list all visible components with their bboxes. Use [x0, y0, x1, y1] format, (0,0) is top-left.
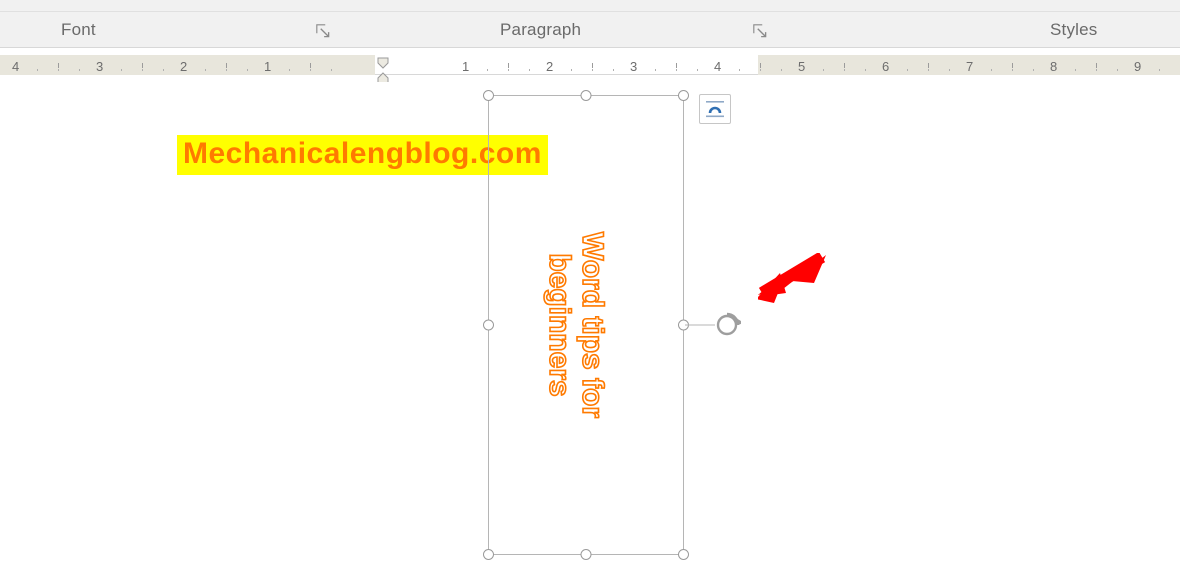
ruler-minor-tick — [928, 63, 929, 68]
indent-markers[interactable] — [372, 52, 394, 82]
ruler-tick: 4 — [714, 59, 721, 71]
ruler-micro-tick — [79, 69, 80, 71]
ruler-minor-tick — [142, 63, 143, 68]
document-page[interactable]: Mechanicalengblog.com Word tips for — [0, 75, 1180, 565]
ruler-minor-tick — [508, 63, 509, 68]
ruler-tick: 3 — [96, 59, 103, 71]
resize-handle-bottom-left[interactable] — [483, 549, 494, 560]
ruler-micro-tick — [823, 69, 824, 71]
ruler-minor-tick — [844, 63, 845, 68]
ruler-micro-tick — [1012, 69, 1013, 71]
ruler-micro-tick — [1117, 69, 1118, 71]
ruler-micro-tick — [844, 69, 845, 71]
resize-handle-top-right[interactable] — [678, 90, 689, 101]
ruler-micro-tick — [949, 69, 950, 71]
text-box-line2: beginners — [543, 232, 576, 418]
ruler-micro-tick — [571, 69, 572, 71]
ruler-micro-tick — [760, 69, 761, 71]
ribbon-group-paragraph-label: Paragraph — [500, 20, 581, 40]
ruler-micro-tick — [991, 69, 992, 71]
ruler-micro-tick — [739, 69, 740, 71]
ruler-tick: 6 — [882, 59, 889, 71]
ruler-tick: 5 — [798, 59, 805, 71]
ruler-tick: 3 — [630, 59, 637, 71]
ruler-minor-tick — [676, 63, 677, 68]
rotate-handle-icon[interactable] — [713, 311, 741, 339]
ribbon-group-styles-label: Styles — [1050, 20, 1098, 40]
resize-handle-bottom-right[interactable] — [678, 549, 689, 560]
layout-options-icon — [704, 99, 726, 119]
ruler-micro-tick — [1096, 69, 1097, 71]
ruler-minor-tick — [1012, 63, 1013, 68]
ruler-tick: 2 — [180, 59, 187, 71]
ruler-micro-tick — [331, 69, 332, 71]
ruler-tick: 4 — [12, 59, 19, 71]
resize-handle-bottom-mid[interactable] — [581, 549, 592, 560]
text-box-line1: Word tips for — [576, 232, 609, 418]
annotation-arrow-icon — [758, 253, 828, 313]
resize-handle-mid-left[interactable] — [483, 320, 494, 331]
ruler-micro-tick — [1033, 69, 1034, 71]
ruler-micro-tick — [655, 69, 656, 71]
horizontal-ruler[interactable]: 4 3 2 1 1 2 3 4 5 6 7 8 9 — [0, 55, 1180, 75]
ruler-micro-tick — [613, 69, 614, 71]
ruler-margin-left — [0, 55, 375, 75]
dialog-launcher-icon[interactable] — [314, 22, 332, 40]
ruler-micro-tick — [163, 69, 164, 71]
ruler-micro-tick — [697, 69, 698, 71]
ruler-micro-tick — [289, 69, 290, 71]
ruler-micro-tick — [676, 69, 677, 71]
ruler-micro-tick — [226, 69, 227, 71]
resize-handle-top-left[interactable] — [483, 90, 494, 101]
ruler-micro-tick — [1075, 69, 1076, 71]
ruler-micro-tick — [121, 69, 122, 71]
ruler-tick: 7 — [966, 59, 973, 71]
ruler-tick: 8 — [1050, 59, 1057, 71]
ruler-micro-tick — [592, 69, 593, 71]
dialog-launcher-icon[interactable] — [751, 22, 769, 40]
ruler-micro-tick — [928, 69, 929, 71]
ruler-micro-tick — [1159, 69, 1160, 71]
ruler-minor-tick — [310, 63, 311, 68]
ruler-micro-tick — [58, 69, 59, 71]
ruler-minor-tick — [226, 63, 227, 68]
ruler-micro-tick — [781, 69, 782, 71]
text-box-selected[interactable]: Word tips for beginners — [488, 95, 684, 555]
ruler-micro-tick — [310, 69, 311, 71]
ruler-tick: 9 — [1134, 59, 1141, 71]
resize-handle-top-mid[interactable] — [581, 90, 592, 101]
ruler-micro-tick — [865, 69, 866, 71]
ruler-micro-tick — [529, 69, 530, 71]
ruler-micro-tick — [508, 69, 509, 71]
layout-options-button[interactable] — [699, 94, 731, 124]
ruler-micro-tick — [142, 69, 143, 71]
ruler-tick: 2 — [546, 59, 553, 71]
ruler-micro-tick — [205, 69, 206, 71]
rotate-handle-stem — [685, 325, 715, 326]
text-box-content[interactable]: Word tips for beginners — [543, 232, 609, 418]
ribbon-group-strip: Font Paragraph Styles — [0, 12, 1180, 48]
ruler-minor-tick — [592, 63, 593, 68]
ruler-micro-tick — [37, 69, 38, 71]
ribbon-group-font-label: Font — [61, 20, 96, 40]
ruler-tick: 1 — [264, 59, 271, 71]
ruler-micro-tick — [907, 69, 908, 71]
ruler-micro-tick — [487, 69, 488, 71]
ruler-minor-tick — [58, 63, 59, 68]
ribbon-decor-strip — [0, 0, 1180, 12]
ruler-minor-tick — [760, 63, 761, 68]
ruler-micro-tick — [247, 69, 248, 71]
ruler-minor-tick — [1096, 63, 1097, 68]
ruler-tick: 1 — [462, 59, 469, 71]
